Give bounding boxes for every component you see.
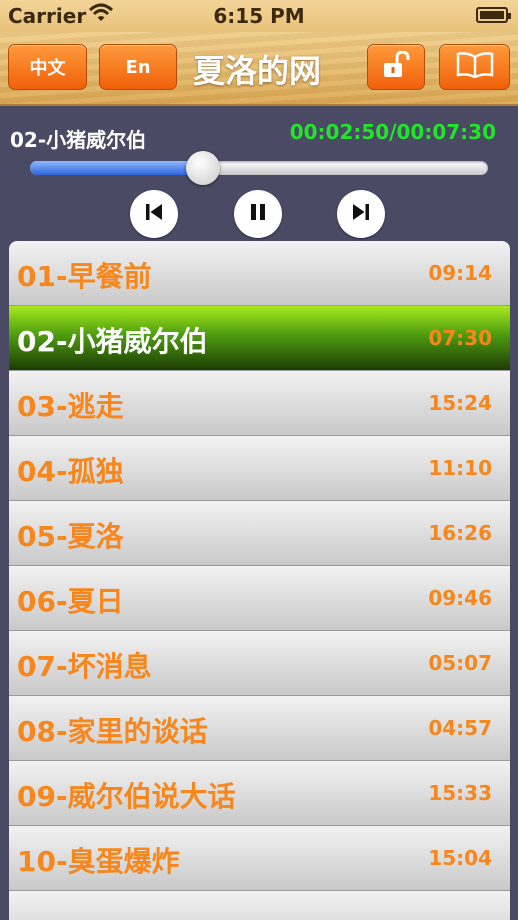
- track-row-11-partial[interactable]: [9, 891, 510, 920]
- track-duration: 09:46: [428, 586, 492, 610]
- track-duration: 07:30: [428, 326, 492, 350]
- track-duration: 16:26: [428, 521, 492, 545]
- track-row-07[interactable]: 07-坏消息 05:07: [9, 631, 510, 696]
- book-icon: [455, 51, 495, 83]
- skip-next-icon: [349, 200, 373, 228]
- track-row-05[interactable]: 05-夏洛 16:26: [9, 501, 510, 566]
- track-duration: 09:14: [428, 261, 492, 285]
- book-button[interactable]: [439, 44, 510, 90]
- track-list[interactable]: 01-早餐前 09:14 02-小猪威尔伯 07:30 03-逃走 15:24 …: [9, 241, 510, 920]
- track-row-04[interactable]: 04-孤独 11:10: [9, 436, 510, 501]
- track-title: 02-小猪威尔伯: [17, 325, 208, 358]
- english-language-button[interactable]: En: [99, 44, 177, 90]
- battery-icon: [476, 7, 511, 23]
- track-row-09[interactable]: 09-威尔伯说大话 15:33: [9, 761, 510, 826]
- track-duration: 05:07: [428, 651, 492, 675]
- clock: 6:15 PM: [213, 4, 305, 28]
- track-title: 10-臭蛋爆炸: [17, 845, 180, 878]
- unlock-button[interactable]: [367, 44, 425, 90]
- track-duration: 15:24: [428, 391, 492, 415]
- player-panel: 02-小猪威尔伯 00:02:50/00:07:30: [0, 106, 518, 240]
- track-duration: 15:33: [428, 781, 492, 805]
- progress-thumb[interactable]: [186, 151, 221, 185]
- track-duration: 15:04: [428, 846, 492, 870]
- track-row-02-active[interactable]: 02-小猪威尔伯 07:30: [9, 306, 510, 371]
- track-duration: 11:10: [428, 456, 492, 480]
- track-title: 09-威尔伯说大话: [17, 780, 236, 813]
- previous-button[interactable]: [130, 190, 178, 238]
- pause-button[interactable]: [234, 190, 282, 238]
- nav-bar: 中文 En 夏洛的网: [0, 32, 518, 106]
- chinese-language-button[interactable]: 中文: [8, 44, 87, 90]
- current-track-title: 02-小猪威尔伯: [10, 128, 147, 152]
- track-title: 01-早餐前: [17, 260, 152, 293]
- track-title: 04-孤独: [17, 455, 124, 488]
- track-duration: 04:57: [428, 716, 492, 740]
- time-readout: 00:02:50/00:07:30: [289, 120, 496, 144]
- progress-fill: [30, 161, 204, 175]
- track-row-01[interactable]: 01-早餐前 09:14: [9, 241, 510, 306]
- track-title: 08-家里的谈话: [17, 715, 208, 748]
- next-button[interactable]: [337, 190, 385, 238]
- status-bar: Carrier 6:15 PM: [0, 0, 518, 32]
- unlock-icon: [381, 49, 411, 84]
- track-title: 07-坏消息: [17, 650, 152, 683]
- track-row-03[interactable]: 03-逃走 15:24: [9, 371, 510, 436]
- track-row-10[interactable]: 10-臭蛋爆炸 15:04: [9, 826, 510, 891]
- track-title: 06-夏日: [17, 585, 124, 618]
- track-row-08[interactable]: 08-家里的谈话 04:57: [9, 696, 510, 761]
- track-title: 03-逃走: [17, 390, 124, 423]
- pause-icon: [246, 200, 270, 228]
- progress-slider[interactable]: [30, 151, 488, 185]
- track-row-06[interactable]: 06-夏日 09:46: [9, 566, 510, 631]
- page-title: 夏洛的网: [193, 52, 322, 90]
- track-title: 05-夏洛: [17, 520, 124, 553]
- skip-previous-icon: [142, 200, 166, 228]
